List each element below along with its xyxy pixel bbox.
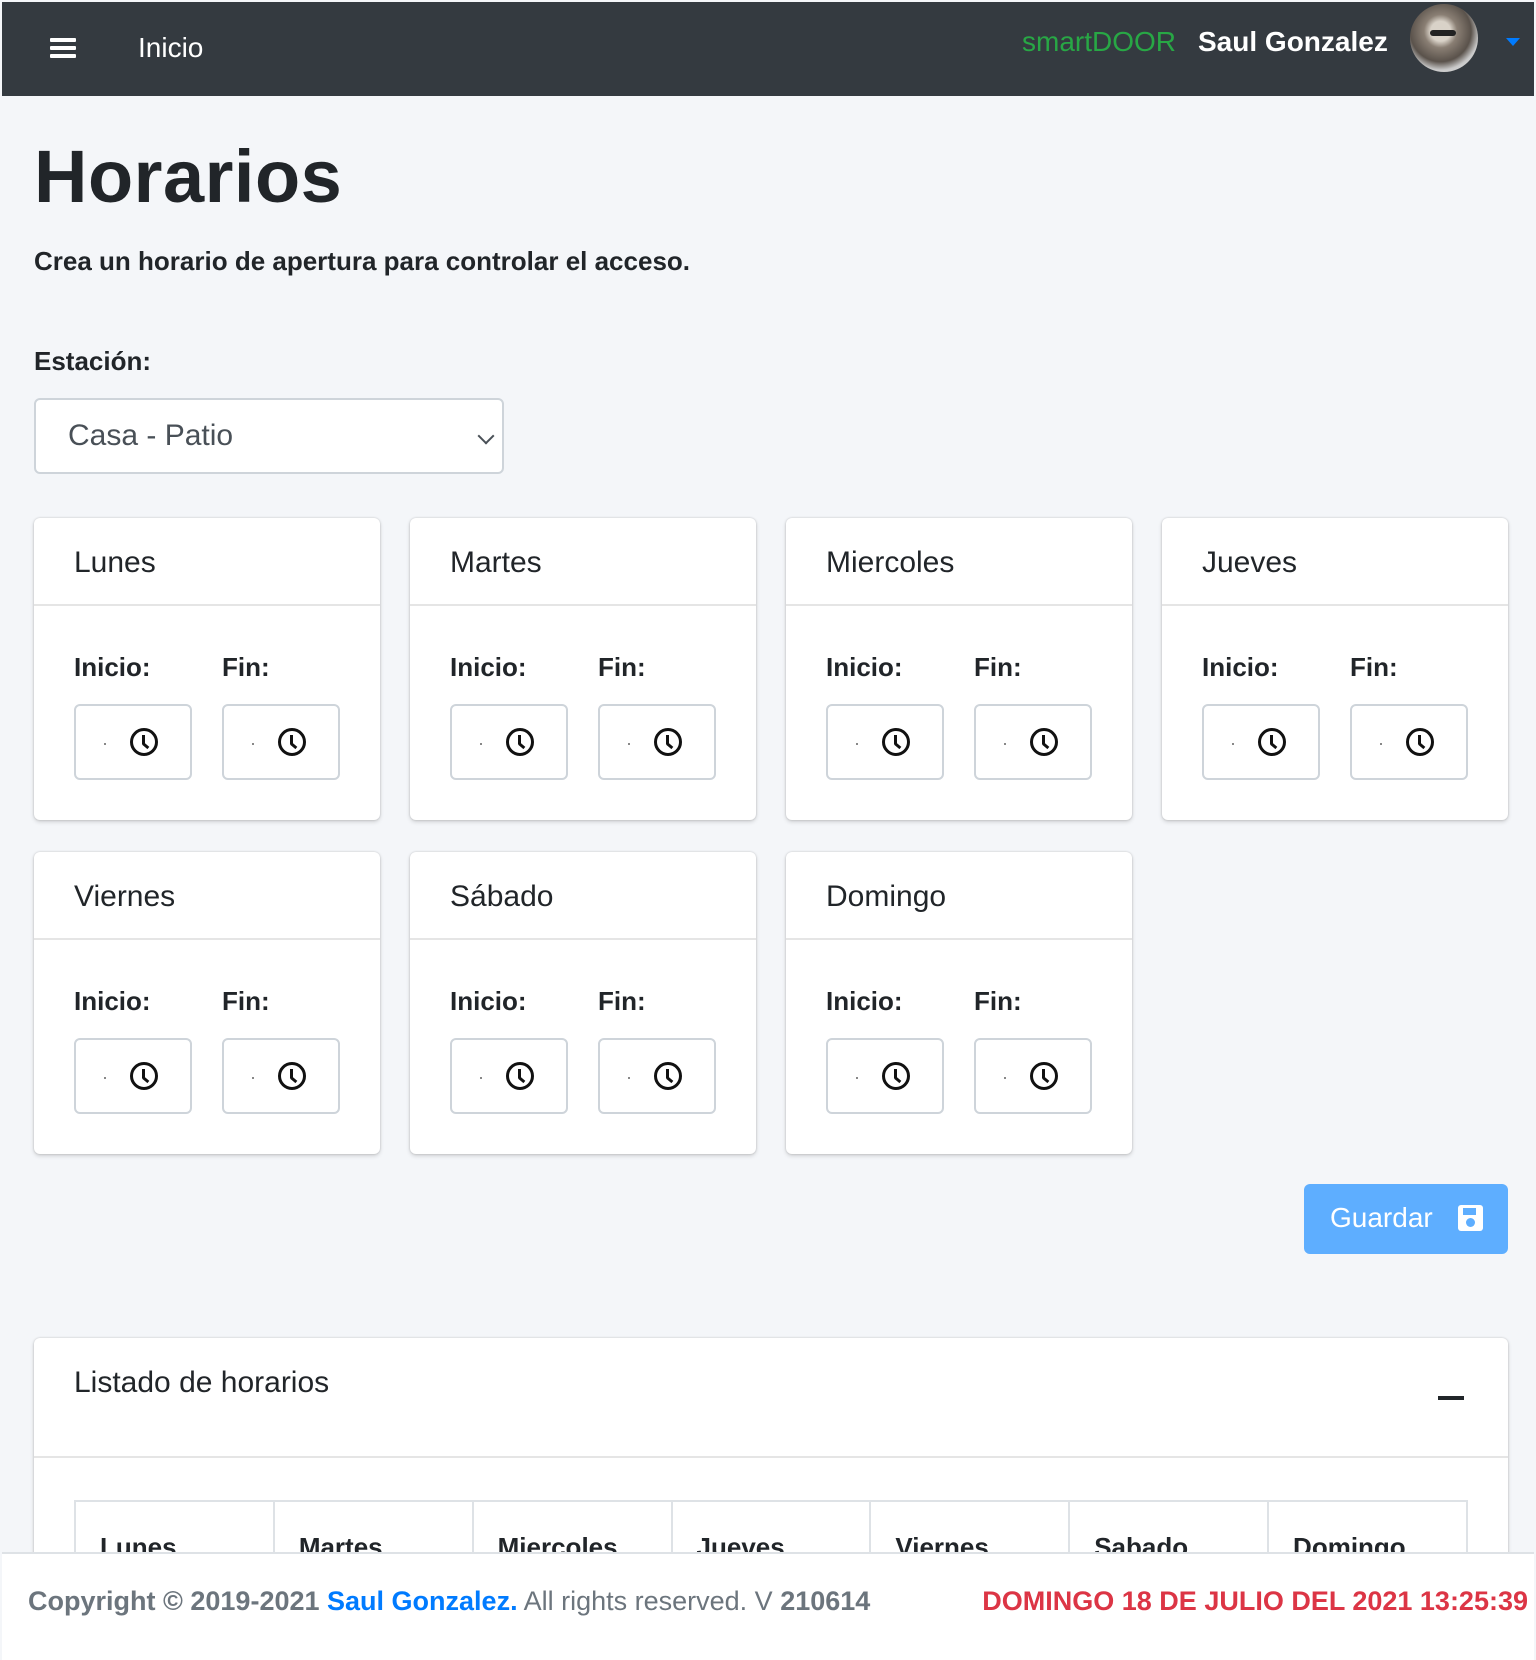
user-menu-caret-icon[interactable] (1506, 38, 1520, 46)
page-footer: Copyright © 2019-2021 Saul Gonzalez. All… (2, 1552, 1534, 1660)
chevron-down-icon (477, 427, 495, 445)
station-select[interactable]: Casa - Patio (34, 398, 504, 474)
start-time-input[interactable] (826, 704, 944, 780)
end-time-input[interactable] (222, 1038, 340, 1114)
clock-icon (654, 1062, 682, 1090)
day-card-title: Martes (410, 518, 756, 606)
end-label: Fin: (222, 986, 270, 1016)
clock-icon (506, 1062, 534, 1090)
clock-icon (1406, 728, 1434, 756)
end-time-input[interactable] (598, 704, 716, 780)
end-label: Fin: (598, 986, 646, 1016)
top-navbar: Inicio smartDOOR Saul Gonzalez (2, 2, 1534, 96)
clock-icon (506, 728, 534, 756)
start-time-input[interactable] (450, 1038, 568, 1114)
end-time-input[interactable] (1350, 704, 1468, 780)
station-label: Estación: (34, 346, 152, 376)
clock-icon (130, 1062, 158, 1090)
start-label: Inicio: (1202, 652, 1279, 682)
rights-text: All rights reserved. V (523, 1586, 773, 1616)
clock-icon (130, 728, 158, 756)
version-number: 210614 (780, 1586, 871, 1616)
start-time-input[interactable] (826, 1038, 944, 1114)
start-label: Inicio: (74, 652, 151, 682)
user-avatar[interactable] (1410, 4, 1478, 72)
author-link[interactable]: Saul Gonzalez. (327, 1586, 518, 1616)
save-button[interactable]: Guardar (1304, 1184, 1508, 1254)
day-card-title: Viernes (34, 852, 380, 940)
end-label: Fin: (598, 652, 646, 682)
end-label: Fin: (1350, 652, 1398, 682)
clock-icon (882, 728, 910, 756)
save-icon (1458, 1205, 1483, 1231)
start-time-input[interactable] (74, 1038, 192, 1114)
schedule-list-header: Listado de horarios (34, 1338, 1508, 1458)
end-time-input[interactable] (222, 704, 340, 780)
day-card-title: Domingo (786, 852, 1132, 940)
current-datetime: DOMINGO 18 DE JULIO DEL 2021 13:25:39 (982, 1586, 1528, 1616)
day-card-jueves: Jueves Inicio: Fin: (1162, 518, 1508, 820)
start-label: Inicio: (74, 986, 151, 1016)
clock-icon (654, 728, 682, 756)
end-label: Fin: (974, 652, 1022, 682)
page-subtitle: Crea un horario de apertura para control… (34, 246, 691, 276)
clock-icon (278, 1062, 306, 1090)
start-label: Inicio: (450, 986, 527, 1016)
save-button-label: Guardar (1330, 1202, 1433, 1233)
day-card-viernes: Viernes Inicio: Fin: (34, 852, 380, 1154)
start-label: Inicio: (826, 652, 903, 682)
nav-link-home[interactable]: Inicio (138, 32, 203, 64)
brand-name: smartDOOR (1022, 26, 1176, 57)
station-selected-value: Casa - Patio (68, 419, 234, 452)
day-card-domingo: Domingo Inicio: Fin: (786, 852, 1132, 1154)
day-card-lunes: Lunes Inicio: Fin: (34, 518, 380, 820)
copyright-text: Copyright © 2019-2021 Saul Gonzalez. All… (28, 1586, 870, 1617)
clock-icon (1030, 1062, 1058, 1090)
day-card-miercoles: Miercoles Inicio: Fin: (786, 518, 1132, 820)
start-time-input[interactable] (450, 704, 568, 780)
day-card-title: Lunes (34, 518, 380, 606)
clock-icon (882, 1062, 910, 1090)
user-name[interactable]: Saul Gonzalez (1198, 26, 1388, 58)
schedule-list-title: Listado de horarios (74, 1366, 330, 1399)
day-card-title: Jueves (1162, 518, 1508, 606)
clock-icon (1258, 728, 1286, 756)
page-title: Horarios (34, 135, 343, 218)
day-card-sabado: Sábado Inicio: Fin: (410, 852, 756, 1154)
end-time-input[interactable] (974, 1038, 1092, 1114)
start-label: Inicio: (826, 986, 903, 1016)
start-time-input[interactable] (74, 704, 192, 780)
day-card-title: Sábado (410, 852, 756, 940)
collapse-minus-icon[interactable] (1438, 1390, 1464, 1408)
copyright-prefix: Copyright © 2019-2021 (28, 1586, 320, 1616)
start-time-input[interactable] (1202, 704, 1320, 780)
clock-icon (1030, 728, 1058, 756)
end-label: Fin: (222, 652, 270, 682)
clock-icon (278, 728, 306, 756)
start-label: Inicio: (450, 652, 527, 682)
day-card-martes: Martes Inicio: Fin: (410, 518, 756, 820)
end-time-input[interactable] (974, 704, 1092, 780)
end-time-input[interactable] (598, 1038, 716, 1114)
end-label: Fin: (974, 986, 1022, 1016)
app-frame: Inicio smartDOOR Saul Gonzalez Horarios … (2, 2, 1534, 1660)
day-card-title: Miercoles (786, 518, 1132, 606)
menu-toggle-icon[interactable] (50, 38, 76, 58)
